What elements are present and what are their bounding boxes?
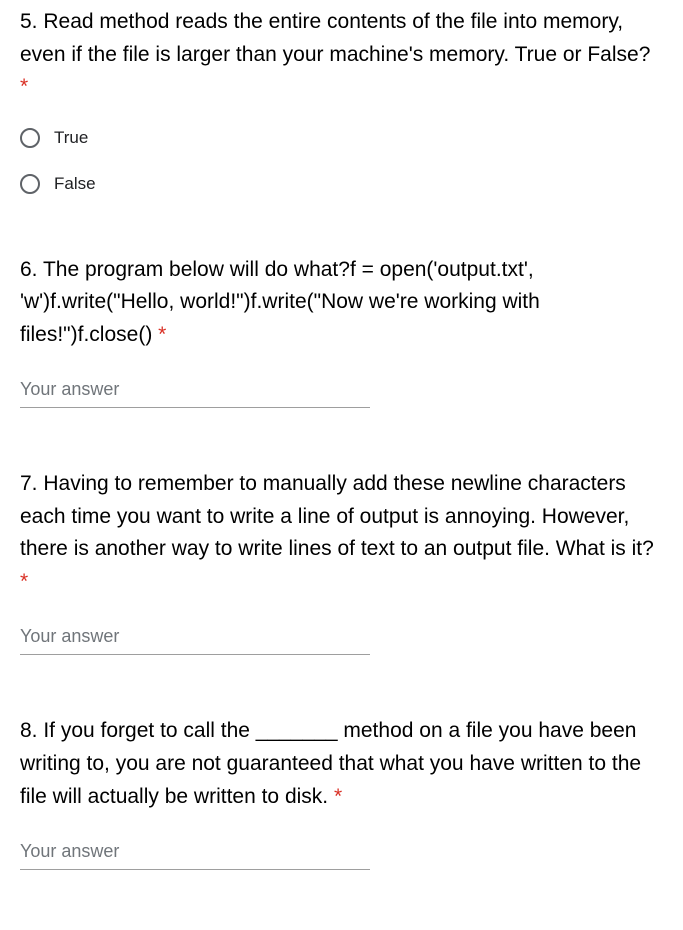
question-7: 7. Having to remember to manually add th… <box>20 468 663 655</box>
question-7-text: 7. Having to remember to manually add th… <box>20 468 663 598</box>
required-marker: * <box>20 570 28 593</box>
answer-wrap-6 <box>20 375 663 408</box>
question-5-options: True False <box>20 128 663 194</box>
question-5-prompt: 5. Read method reads the entire contents… <box>20 10 650 66</box>
radio-label-false: False <box>54 174 96 194</box>
question-6-text: 6. The program below will do what?f = op… <box>20 254 663 352</box>
answer-wrap-7 <box>20 622 663 655</box>
required-marker: * <box>20 75 28 98</box>
radio-circle-icon <box>20 174 40 194</box>
required-marker: * <box>334 785 342 808</box>
question-7-prompt: 7. Having to remember to manually add th… <box>20 472 654 560</box>
question-5-text: 5. Read method reads the entire contents… <box>20 6 663 104</box>
radio-option-true[interactable]: True <box>20 128 663 148</box>
question-5: 5. Read method reads the entire contents… <box>20 6 663 194</box>
answer-wrap-8 <box>20 837 663 870</box>
answer-input-7[interactable] <box>20 622 370 655</box>
question-6: 6. The program below will do what?f = op… <box>20 254 663 409</box>
question-8-text: 8. If you forget to call the _______ met… <box>20 715 663 813</box>
required-marker: * <box>158 323 166 346</box>
answer-input-8[interactable] <box>20 837 370 870</box>
answer-input-6[interactable] <box>20 375 370 408</box>
question-8: 8. If you forget to call the _______ met… <box>20 715 663 870</box>
radio-option-false[interactable]: False <box>20 174 663 194</box>
question-8-prompt: 8. If you forget to call the _______ met… <box>20 719 641 807</box>
radio-circle-icon <box>20 128 40 148</box>
question-6-prompt: 6. The program below will do what?f = op… <box>20 258 540 346</box>
radio-label-true: True <box>54 128 88 148</box>
